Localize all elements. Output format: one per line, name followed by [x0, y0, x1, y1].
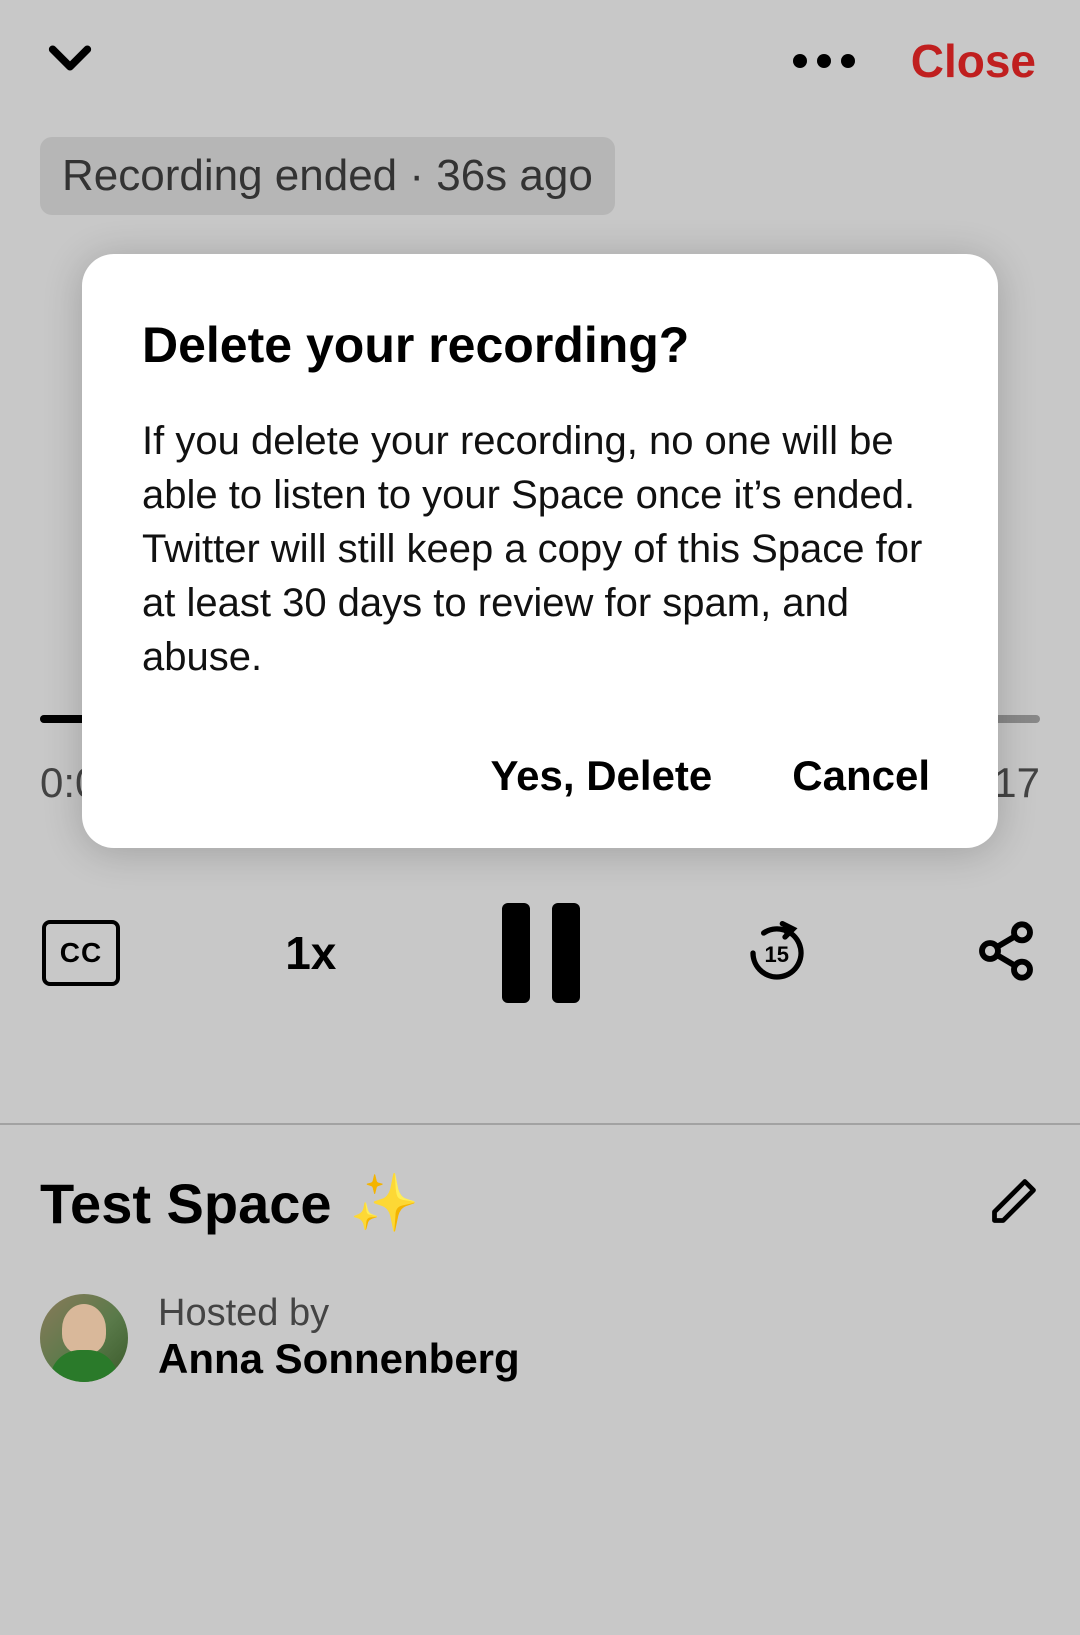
top-bar: Close: [0, 0, 1080, 109]
sparkles-icon: ✨: [350, 1170, 420, 1236]
skip-forward-15-button[interactable]: 15: [745, 921, 809, 985]
chevron-down-icon[interactable]: [44, 32, 96, 89]
cancel-button[interactable]: Cancel: [792, 752, 930, 800]
delete-recording-dialog: Delete your recording? If you delete you…: [82, 254, 998, 848]
recording-status-pill: Recording ended · 36s ago: [40, 137, 615, 215]
close-button[interactable]: Close: [911, 34, 1036, 88]
confirm-delete-button[interactable]: Yes, Delete: [490, 752, 712, 800]
captions-button[interactable]: CC: [42, 920, 120, 986]
dialog-title: Delete your recording?: [142, 316, 938, 374]
share-icon[interactable]: [974, 919, 1038, 988]
playback-speed-button[interactable]: 1x: [285, 926, 336, 980]
edit-title-button[interactable]: [988, 1175, 1040, 1232]
dialog-body: If you delete your recording, no one wil…: [142, 414, 938, 684]
skip-seconds-label: 15: [765, 942, 789, 968]
pause-button[interactable]: [502, 903, 580, 1003]
space-title: Test Space ✨: [40, 1170, 419, 1236]
section-divider: [0, 1123, 1080, 1125]
hosted-by-label: Hosted by: [158, 1292, 520, 1335]
player-controls: CC 1x 15: [40, 903, 1040, 1003]
host-name[interactable]: Anna Sonnenberg: [158, 1335, 520, 1383]
host-avatar[interactable]: [40, 1294, 128, 1382]
more-icon[interactable]: [793, 54, 855, 68]
host-row: Hosted by Anna Sonnenberg: [40, 1292, 1040, 1383]
